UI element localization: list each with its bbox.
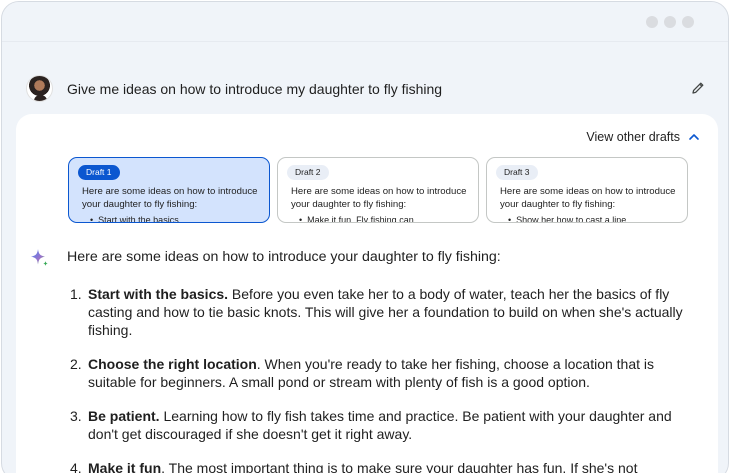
list-item: 2. Choose the right location. When you'r…: [70, 355, 685, 391]
draft-preview-text: Here are some ideas on how to introduce …: [291, 186, 467, 210]
window-dot-1[interactable]: [646, 16, 658, 28]
draft-preview-text: Here are some ideas on how to introduce …: [82, 186, 258, 210]
window-dot-3[interactable]: [682, 16, 694, 28]
list-item: 4. Make it fun. The most important thing…: [70, 459, 685, 473]
view-other-drafts-toggle[interactable]: View other drafts: [586, 130, 700, 144]
user-prompt-text: Give me ideas on how to introduce my dau…: [67, 81, 443, 97]
list-item-number: 4.: [70, 460, 82, 473]
draft-preview-bullet: Start with the basics: [90, 215, 179, 222]
list-item-title: Be patient.: [88, 408, 160, 424]
draft-badge: Draft 3: [496, 165, 538, 180]
draft-preview-bullet: Make it fun. Fly fishing can: [299, 215, 414, 222]
user-prompt-row: Give me ideas on how to introduce my dau…: [2, 62, 728, 116]
draft-card-3[interactable]: Draft 3 Here are some ideas on how to in…: [486, 157, 688, 223]
app-window: Give me ideas on how to introduce my dau…: [1, 1, 729, 473]
list-item: 3. Be patient. Learning how to fly fish …: [70, 407, 685, 443]
window-titlebar: [2, 2, 728, 42]
list-item-body: . The most important thing is to make su…: [161, 460, 638, 473]
view-other-drafts-label: View other drafts: [586, 130, 680, 144]
window-controls: [646, 16, 694, 28]
chevron-up-icon: [689, 134, 699, 140]
draft-badge: Draft 2: [287, 165, 329, 180]
pencil-icon[interactable]: [690, 80, 706, 96]
list-item-title: Choose the right location: [88, 356, 257, 372]
drafts-row: Draft 1 Here are some ideas on how to in…: [68, 157, 688, 223]
response-card: View other drafts Draft 1 Here are some …: [16, 114, 718, 473]
draft-card-1[interactable]: Draft 1 Here are some ideas on how to in…: [68, 157, 270, 223]
sparkle-icon: [31, 249, 48, 266]
list-item-title: Make it fun: [88, 460, 162, 473]
list-item-number: 3.: [70, 408, 82, 424]
draft-card-2[interactable]: Draft 2 Here are some ideas on how to in…: [277, 157, 479, 223]
user-avatar: [26, 75, 53, 102]
list-item: 1. Start with the basics. Before you eve…: [70, 285, 685, 339]
list-item-body: Learning how to fly fish takes time and …: [88, 408, 672, 442]
response-list: 1. Start with the basics. Before you eve…: [70, 285, 685, 473]
list-item-title: Start with the basics.: [88, 286, 229, 302]
list-item-number: 2.: [70, 356, 82, 372]
list-item-number: 1.: [70, 286, 82, 302]
window-dot-2[interactable]: [664, 16, 676, 28]
response-intro-text: Here are some ideas on how to introduce …: [67, 249, 501, 265]
draft-preview-bullet: Show her how to cast a line: [508, 215, 626, 222]
draft-preview-text: Here are some ideas on how to introduce …: [500, 186, 676, 210]
draft-badge: Draft 1: [78, 165, 120, 180]
